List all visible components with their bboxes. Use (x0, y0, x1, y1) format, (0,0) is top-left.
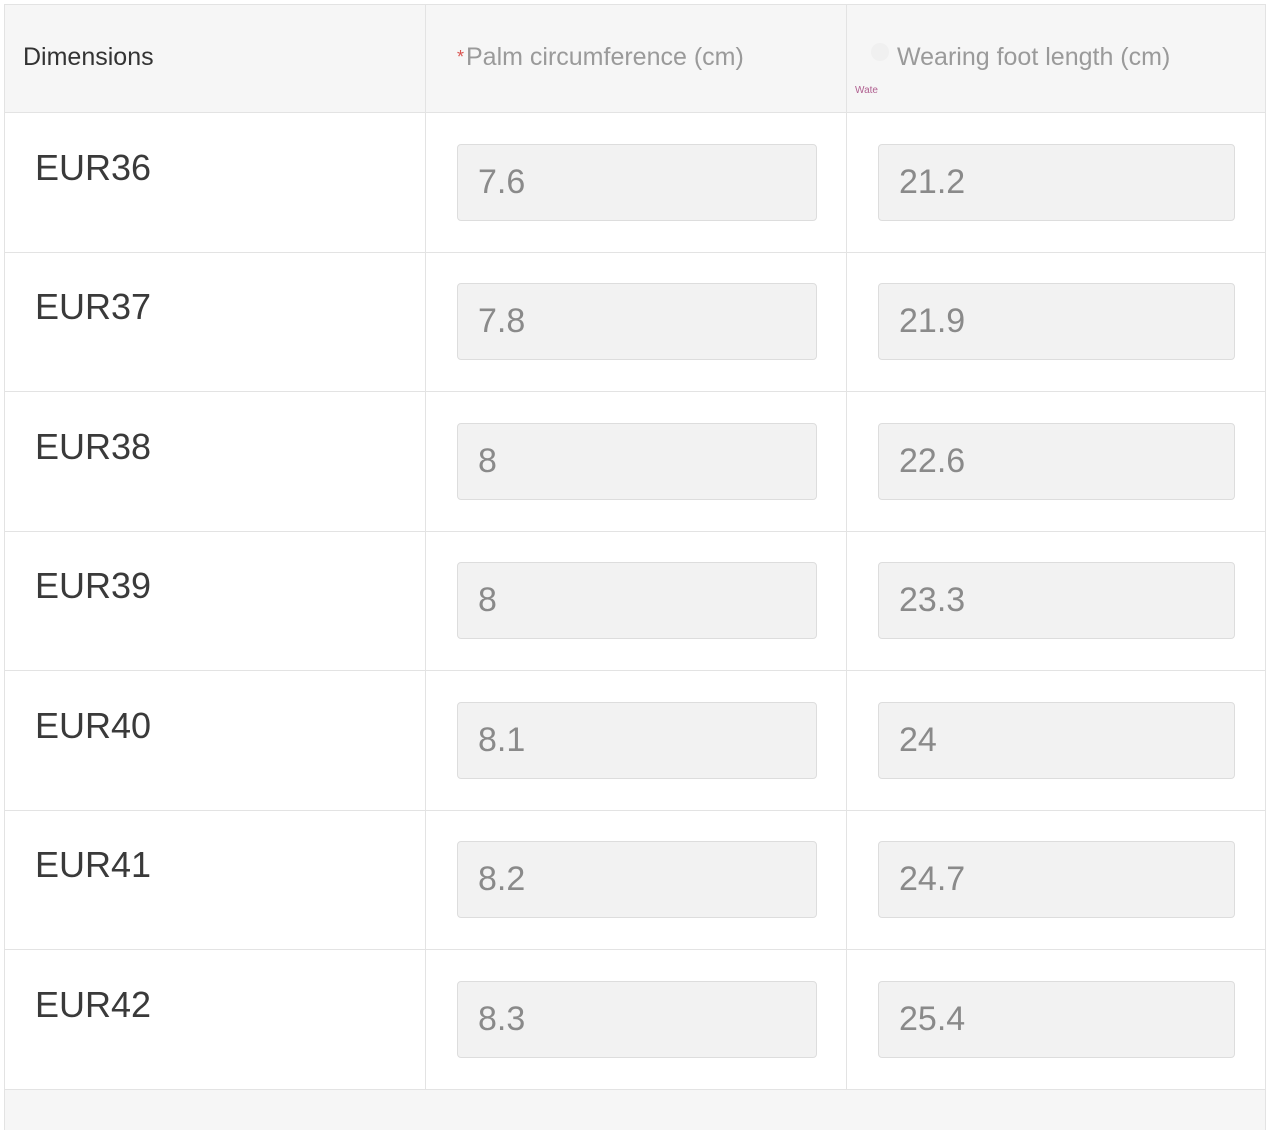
foot-value: 25.4 (899, 1000, 966, 1038)
palm-value-field[interactable]: 7.8 (457, 283, 817, 360)
required-mark: * (457, 47, 465, 67)
size-chart-table: Dimensions * Palm circumference (cm) Wea… (4, 4, 1266, 1130)
palm-value-field[interactable]: 8.2 (457, 841, 817, 918)
table-row: EUR41 8.2 24.7 (5, 810, 1265, 950)
foot-value: 24 (899, 721, 937, 759)
table-row: EUR37 7.8 21.9 (5, 252, 1265, 392)
foot-value-field[interactable]: 25.4 (878, 981, 1235, 1058)
foot-value: 21.9 (899, 302, 966, 340)
palm-value: 8.1 (478, 721, 526, 759)
table-header-row: Dimensions * Palm circumference (cm) Wea… (5, 5, 1265, 113)
foot-value: 21.2 (899, 163, 966, 201)
foot-value-field[interactable]: 22.6 (878, 423, 1235, 500)
size-label: EUR40 (35, 705, 152, 746)
table-row: EUR40 8.1 24 (5, 671, 1265, 811)
header-palm-label: Palm circumference (cm) (466, 43, 744, 71)
size-label: EUR37 (35, 286, 152, 327)
table-row: EUR39 8 23.3 (5, 531, 1265, 671)
foot-value-field[interactable]: 21.9 (878, 283, 1235, 360)
foot-value: 22.6 (899, 442, 966, 480)
palm-value: 7.8 (478, 302, 526, 340)
table-footer (5, 1090, 1265, 1130)
foot-value-field[interactable]: 21.2 (878, 144, 1235, 221)
size-label: EUR42 (35, 984, 152, 1025)
header-dimensions-label: Dimensions (23, 43, 154, 71)
palm-value-field[interactable]: 8.1 (457, 702, 817, 779)
palm-value: 8 (478, 442, 497, 480)
palm-value-field[interactable]: 8.3 (457, 981, 817, 1058)
foot-value: 24.7 (899, 860, 966, 898)
header-foot-hint: Wate (855, 85, 878, 96)
palm-value-field[interactable]: 8 (457, 562, 817, 639)
foot-value-field[interactable]: 24 (878, 702, 1235, 779)
header-foot-label: Wearing foot length (cm) (897, 43, 1171, 71)
size-label: EUR38 (35, 426, 152, 467)
palm-value: 8.2 (478, 860, 526, 898)
palm-value-field[interactable]: 8 (457, 423, 817, 500)
table-row: EUR42 8.3 25.4 (5, 950, 1265, 1090)
palm-value-field[interactable]: 7.6 (457, 144, 817, 221)
table-row: EUR38 8 22.6 (5, 392, 1265, 532)
header-dimensions: Dimensions (5, 5, 425, 113)
header-palm-circumference: * Palm circumference (cm) (426, 5, 846, 113)
header-foot-length: Wearing foot length (cm) Wate (847, 5, 1267, 113)
palm-value: 8 (478, 581, 497, 619)
palm-value: 8.3 (478, 1000, 526, 1038)
palm-value: 7.6 (478, 163, 526, 201)
foot-value-field[interactable]: 23.3 (878, 562, 1235, 639)
size-label: EUR39 (35, 565, 152, 606)
foot-value-field[interactable]: 24.7 (878, 841, 1235, 918)
table-row: EUR36 7.6 21.2 (5, 113, 1265, 253)
foot-value: 23.3 (899, 581, 966, 619)
info-icon (871, 43, 889, 61)
size-label: EUR36 (35, 147, 152, 188)
size-label: EUR41 (35, 844, 152, 885)
